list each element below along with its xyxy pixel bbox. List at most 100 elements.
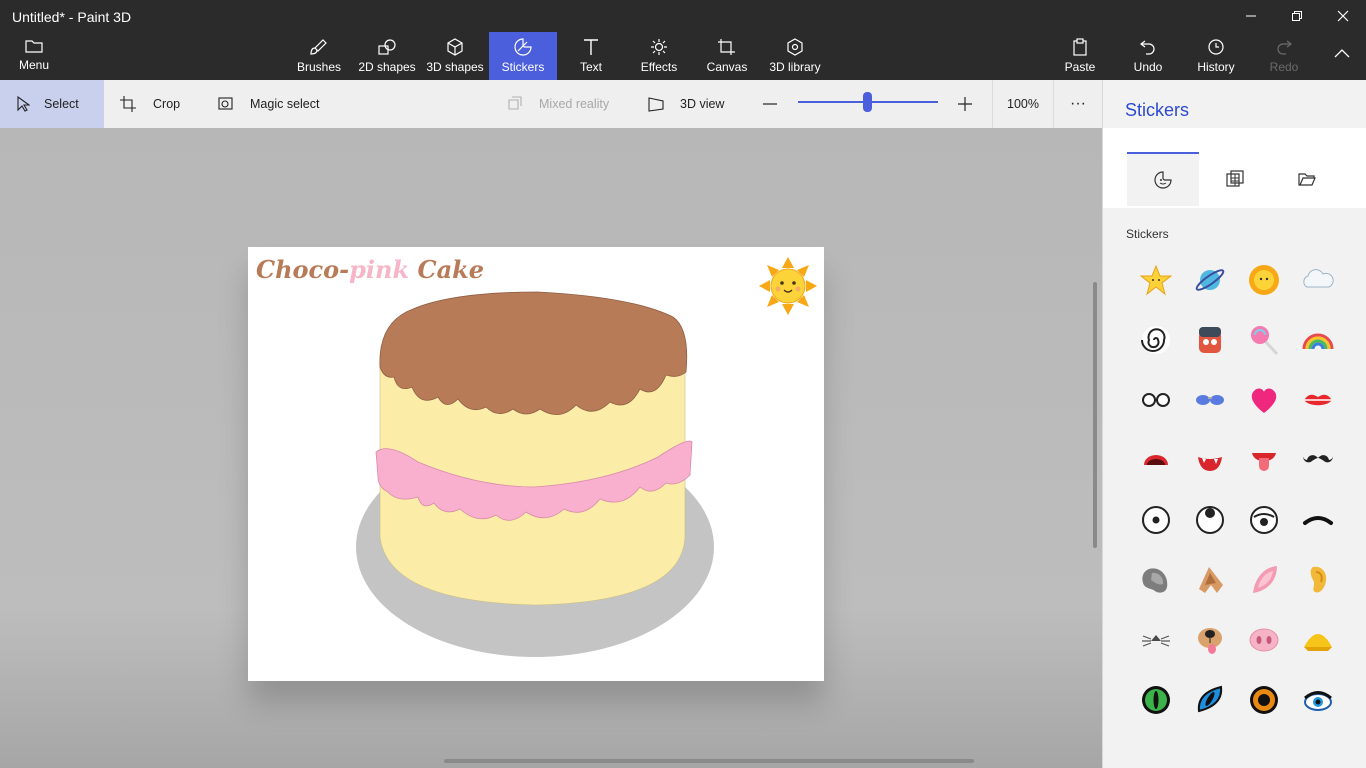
tab-stickers-category[interactable] bbox=[1127, 152, 1199, 206]
sticker-lollipop[interactable] bbox=[1237, 310, 1291, 370]
star-icon bbox=[1139, 264, 1173, 296]
undo-label: Undo bbox=[1133, 60, 1163, 74]
crop-label: Crop bbox=[153, 97, 181, 111]
nose-dog-icon bbox=[1198, 628, 1222, 654]
stickers-panel: Stickers Stickers bbox=[1102, 80, 1366, 768]
drawing-canvas[interactable]: Choco-pink Cake bbox=[248, 247, 824, 681]
sticker-eye-frown[interactable] bbox=[1237, 490, 1291, 550]
eyebrow-icon bbox=[1303, 516, 1333, 525]
tab-3d-library[interactable]: 3D library bbox=[762, 32, 828, 80]
redo-button[interactable]: Redo bbox=[1262, 32, 1306, 80]
sticker-ear-dog[interactable] bbox=[1183, 550, 1237, 610]
sun-icon bbox=[1249, 265, 1279, 295]
tab-custom-sticker[interactable] bbox=[1271, 152, 1343, 206]
magic-select-button[interactable]: Magic select bbox=[218, 80, 319, 128]
minimize-icon bbox=[1246, 15, 1256, 17]
horizontal-scrollbar[interactable] bbox=[444, 759, 974, 763]
3d-view-button[interactable]: 3D view bbox=[648, 80, 724, 128]
tab-label: Text bbox=[579, 60, 602, 74]
tab-label: 3D shapes bbox=[426, 60, 484, 74]
sticker-sun[interactable] bbox=[1237, 250, 1291, 310]
undo-button[interactable]: Undo bbox=[1124, 32, 1172, 80]
zoom-out-button[interactable] bbox=[762, 80, 778, 128]
select-label: Select bbox=[44, 97, 79, 111]
close-button[interactable] bbox=[1320, 0, 1366, 32]
sticker-nose-whiskers[interactable] bbox=[1129, 610, 1183, 670]
tab-text[interactable]: Text bbox=[566, 32, 616, 80]
ear-grey-icon bbox=[1142, 568, 1168, 593]
sticker-monster[interactable] bbox=[1183, 310, 1237, 370]
sticker-lips[interactable] bbox=[1291, 370, 1345, 430]
sticker-sunglasses[interactable] bbox=[1183, 370, 1237, 430]
collapse-ribbon-button[interactable] bbox=[1322, 32, 1362, 80]
clipboard-icon bbox=[1073, 38, 1087, 56]
zoom-slider-thumb[interactable] bbox=[863, 92, 872, 112]
title-and-ribbon-bar: Untitled* - Paint 3D Menu Brushes 2D sha… bbox=[0, 0, 1366, 80]
lollipop-icon bbox=[1251, 326, 1279, 356]
sticker-mouth-tongue[interactable] bbox=[1237, 430, 1291, 490]
sticker-ear-grey[interactable] bbox=[1129, 550, 1183, 610]
sticker-heart[interactable] bbox=[1237, 370, 1291, 430]
eye-lash-icon bbox=[1304, 691, 1332, 711]
minimize-button[interactable] bbox=[1228, 0, 1274, 32]
sticker-spiral[interactable] bbox=[1129, 310, 1183, 370]
sticker-cloud[interactable] bbox=[1291, 250, 1345, 310]
menu-button[interactable]: Menu bbox=[8, 32, 60, 80]
mixed-reality-label: Mixed reality bbox=[539, 97, 610, 111]
more-options-button[interactable]: ··· bbox=[1066, 80, 1090, 128]
tab-effects[interactable]: Effects bbox=[630, 32, 688, 80]
tab-2d-shapes[interactable]: 2D shapes bbox=[354, 32, 420, 80]
sticker-eye-cat-blue[interactable] bbox=[1183, 670, 1237, 730]
sticker-ear-human[interactable] bbox=[1291, 550, 1345, 610]
zoom-in-button[interactable] bbox=[957, 80, 973, 128]
tab-canvas[interactable]: Canvas bbox=[700, 32, 754, 80]
redo-label: Redo bbox=[1269, 60, 1299, 74]
zoom-level[interactable]: 100% bbox=[992, 80, 1054, 128]
sticker-nose-dog[interactable] bbox=[1183, 610, 1237, 670]
vertical-scrollbar[interactable] bbox=[1093, 282, 1097, 548]
sticker-mustache[interactable] bbox=[1291, 430, 1345, 490]
3d-view-icon bbox=[648, 97, 664, 112]
history-button[interactable]: History bbox=[1190, 32, 1242, 80]
paint3d-window: Untitled* - Paint 3D Menu Brushes 2D sha… bbox=[0, 0, 1366, 768]
mixed-reality-button[interactable]: Mixed reality bbox=[507, 80, 609, 128]
sticker-ear-pink[interactable] bbox=[1237, 550, 1291, 610]
sticker-star[interactable] bbox=[1129, 250, 1183, 310]
sticker-eye-orange[interactable] bbox=[1237, 670, 1291, 730]
sticker-eye-lash[interactable] bbox=[1291, 670, 1345, 730]
sticker-mouth-fangs[interactable] bbox=[1183, 430, 1237, 490]
sticker-eyebrow[interactable] bbox=[1291, 490, 1345, 550]
sticker-eye-look-up[interactable] bbox=[1183, 490, 1237, 550]
crop-button[interactable]: Crop bbox=[120, 80, 180, 128]
magic-select-icon bbox=[218, 97, 233, 110]
eye-orange-icon bbox=[1250, 686, 1278, 714]
tab-brushes[interactable]: Brushes bbox=[288, 32, 350, 80]
paste-button[interactable]: Paste bbox=[1056, 32, 1104, 80]
more-icon: ··· bbox=[1070, 95, 1086, 112]
select-button[interactable]: Select bbox=[0, 80, 104, 128]
sticker-eye-cat-green[interactable] bbox=[1129, 670, 1183, 730]
sun-sticker[interactable] bbox=[758, 256, 818, 316]
3d-view-label: 3D view bbox=[680, 97, 725, 111]
monster-icon bbox=[1199, 327, 1221, 353]
canvas-crop-icon bbox=[718, 39, 735, 55]
sticker-glasses[interactable] bbox=[1129, 370, 1183, 430]
sticker-planet[interactable] bbox=[1183, 250, 1237, 310]
tab-3d-shapes[interactable]: 3D shapes bbox=[422, 32, 488, 80]
sticker-mouth-open[interactable] bbox=[1129, 430, 1183, 490]
tab-stickers[interactable]: Stickers bbox=[489, 32, 557, 80]
restore-button[interactable] bbox=[1274, 0, 1320, 32]
2d-shapes-icon bbox=[378, 39, 396, 55]
sticker-eye-round[interactable] bbox=[1129, 490, 1183, 550]
tab-textures-category[interactable] bbox=[1199, 152, 1271, 206]
magic-select-label: Magic select bbox=[250, 97, 320, 111]
sticker-nose-pig[interactable] bbox=[1237, 610, 1291, 670]
effects-sun-icon bbox=[651, 39, 667, 55]
sticker-rainbow[interactable] bbox=[1291, 310, 1345, 370]
sticker-nose-beak[interactable] bbox=[1291, 610, 1345, 670]
undo-icon bbox=[1140, 40, 1155, 55]
plus-icon bbox=[958, 97, 972, 111]
tab-label: Stickers bbox=[501, 60, 545, 74]
lips-icon bbox=[1304, 394, 1332, 406]
cloud-icon bbox=[1303, 269, 1334, 288]
